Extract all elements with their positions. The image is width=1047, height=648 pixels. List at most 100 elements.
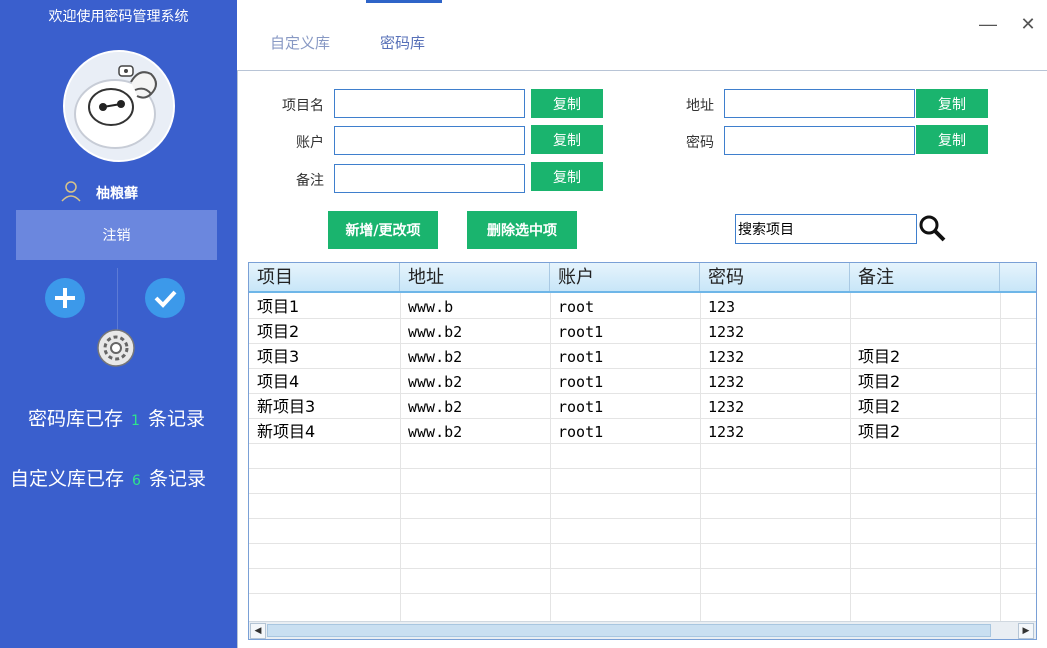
logout-button[interactable]: 注销 — [16, 210, 217, 260]
project-label: 项目名 — [282, 98, 324, 114]
row-divider — [249, 468, 1036, 469]
stat-suffix: 条记录 — [148, 468, 206, 490]
cell-account: root1 — [558, 323, 604, 341]
copy-note-button[interactable]: 复制 — [531, 162, 603, 191]
copy-password-button[interactable]: 复制 — [916, 125, 988, 154]
cell-project: 项目3 — [257, 347, 300, 366]
cell-project: 项目1 — [257, 297, 300, 316]
cell-note — [850, 319, 1000, 344]
delete-selected-button[interactable]: 删除选中项 — [467, 211, 577, 249]
table-row[interactable]: 项目4 www.b2 root1 1232 项目2 — [249, 369, 1036, 394]
scroll-right-icon[interactable]: ▶ — [1018, 623, 1034, 639]
copy-address-button[interactable]: 复制 — [916, 89, 988, 118]
search-button[interactable] — [918, 214, 946, 242]
plus-icon — [55, 288, 75, 308]
cell-project: 项目2 — [257, 322, 300, 341]
sidebar: 欢迎使用密码管理系统 柚粮藓 注销 密码库已存 1 条记录 自定义库已存 6 条… — [0, 0, 237, 648]
cell-address: www.b2 — [408, 423, 463, 441]
add-button[interactable] — [45, 278, 85, 318]
search-input[interactable] — [735, 214, 917, 244]
stat-count: 1 — [131, 413, 140, 429]
row-divider — [249, 543, 1036, 544]
cell-password: 1232 — [708, 323, 745, 341]
cell-project: 新项目3 — [257, 397, 316, 416]
active-tab-indicator — [366, 0, 442, 3]
table-header: 项目 地址 账户 密码 备注 — [249, 263, 1036, 293]
cell-address: www.b2 — [408, 398, 463, 416]
minimize-button[interactable]: — — [976, 12, 1000, 36]
cell-address: www.b2 — [408, 373, 463, 391]
cell-account: root1 — [558, 348, 604, 366]
cell-note: 项目2 — [858, 397, 901, 416]
tab-bar — [237, 0, 1047, 70]
cell-address: www.b2 — [408, 348, 463, 366]
table-row[interactable]: 项目3 www.b2 root1 1232 项目2 — [249, 344, 1036, 369]
scroll-left-icon[interactable]: ◀ — [250, 623, 266, 639]
cell-account: root1 — [558, 373, 604, 391]
cell-account: root — [558, 298, 595, 316]
header-note[interactable]: 备注 — [850, 263, 1000, 291]
header-password[interactable]: 密码 — [700, 263, 850, 291]
add-update-button[interactable]: 新增/更改项 — [328, 211, 438, 249]
cell-account: root1 — [558, 423, 604, 441]
app-title: 欢迎使用密码管理系统 — [48, 9, 189, 25]
header-project[interactable]: 项目 — [249, 263, 400, 291]
row-divider — [249, 518, 1036, 519]
check-icon — [154, 290, 177, 308]
table-row[interactable]: 新项目4 www.b2 root1 1232 项目2 — [249, 419, 1036, 444]
stat-suffix: 条记录 — [147, 408, 205, 430]
copy-project-button[interactable]: 复制 — [531, 89, 603, 118]
row-divider — [249, 593, 1036, 594]
username: 柚粮藓 — [96, 186, 138, 202]
table-row[interactable]: 项目2 www.b2 root1 1232 — [249, 319, 1036, 344]
user-row: 柚粮藓 — [0, 180, 237, 204]
cell-address: www.b — [408, 298, 454, 316]
scrollbar-thumb[interactable] — [267, 624, 991, 637]
account-input[interactable] — [334, 126, 525, 155]
address-input[interactable] — [724, 89, 915, 118]
cell-note — [850, 294, 1000, 319]
cell-password: 1232 — [708, 348, 745, 366]
cell-project: 项目4 — [257, 372, 300, 391]
gear-icon — [97, 329, 135, 367]
row-divider — [249, 493, 1036, 494]
header-account[interactable]: 账户 — [550, 263, 700, 291]
cell-note: 项目2 — [858, 422, 901, 441]
cell-note: 项目2 — [858, 347, 901, 366]
stat-count: 6 — [132, 473, 141, 489]
tab-password-library[interactable]: 密码库 — [380, 32, 425, 53]
note-input[interactable] — [334, 164, 525, 193]
horizontal-scrollbar[interactable]: ◀ ▶ — [249, 621, 1036, 639]
password-label: 密码 — [686, 135, 714, 151]
settings-button[interactable] — [96, 328, 136, 368]
cell-password: 1232 — [708, 398, 745, 416]
password-input[interactable] — [724, 126, 915, 155]
records-table: 项目 地址 账户 密码 备注 项目1 www.b root 123 项目2 www.b2 r… — [248, 262, 1037, 640]
copy-account-button[interactable]: 复制 — [531, 125, 603, 154]
table-row[interactable]: 项目1 www.b root 123 — [249, 294, 1036, 319]
custom-record-count: 自定义库已存 6 条记录 — [10, 464, 247, 491]
stat-label: 密码库已存 — [28, 408, 124, 430]
note-label: 备注 — [296, 173, 324, 189]
search-icon — [919, 215, 946, 242]
stat-label: 自定义库已存 — [10, 468, 125, 490]
avatar — [63, 50, 175, 162]
table-row[interactable]: 新项目3 www.b2 root1 1232 项目2 — [249, 394, 1036, 419]
tab-custom-library[interactable]: 自定义库 — [270, 32, 330, 53]
cell-password: 1232 — [708, 373, 745, 391]
cell-password: 123 — [708, 298, 736, 316]
cell-address: www.b2 — [408, 323, 463, 341]
cell-password: 1232 — [708, 423, 745, 441]
row-divider — [249, 568, 1036, 569]
divider — [117, 268, 118, 332]
address-label: 地址 — [686, 98, 714, 114]
avatar-robot-icon — [65, 52, 173, 160]
cell-project: 新项目4 — [257, 422, 316, 441]
confirm-button[interactable] — [145, 278, 185, 318]
pwd-record-count: 密码库已存 1 条记录 — [28, 404, 265, 431]
cell-account: root1 — [558, 398, 604, 416]
header-address[interactable]: 地址 — [400, 263, 550, 291]
project-input[interactable] — [334, 89, 525, 118]
close-button[interactable]: ✕ — [1016, 12, 1040, 36]
user-icon — [61, 181, 81, 202]
